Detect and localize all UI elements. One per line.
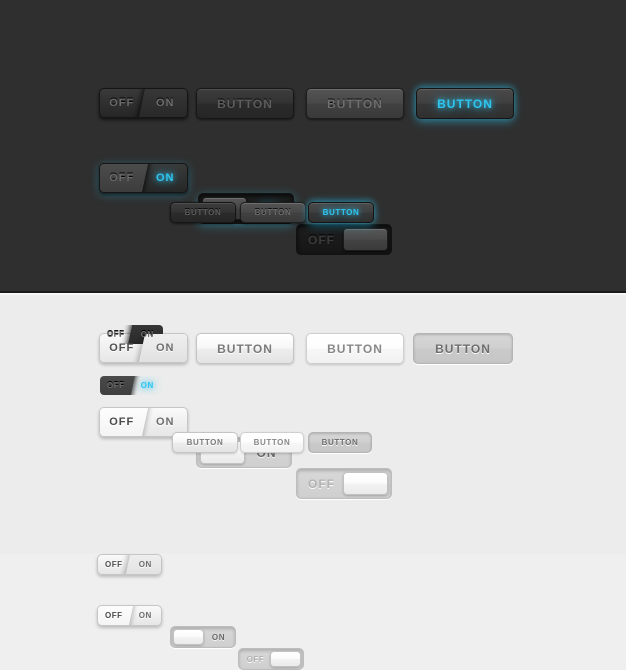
dark-small-toggle-on-glow[interactable]: OFF ON [99, 375, 164, 396]
toggle-label-on: ON [156, 342, 175, 354]
toggle-label-off: OFF [107, 381, 125, 390]
toggle-label-on: ON [138, 611, 152, 620]
dark-button-normal[interactable]: BUTTON [196, 88, 294, 119]
light-large-toggle-offon[interactable]: OFF ON [99, 333, 188, 363]
ui-kit-canvas: OFF ON BUTTON BUTTON BUTTON OFF ON ON OF… [0, 0, 626, 670]
light-button-hover[interactable]: BUTTON [306, 333, 404, 364]
toggle-label-on: ON [156, 97, 175, 109]
dark-small-button-active[interactable]: BUTTON [308, 202, 374, 223]
light-button-normal[interactable]: BUTTON [196, 333, 294, 364]
dark-small-button-normal[interactable]: BUTTON [170, 202, 236, 223]
slider-label-off: OFF [308, 232, 335, 247]
toggle-label-on: ON [156, 172, 175, 184]
toggle-label-on: ON [140, 381, 154, 390]
slider-knob [173, 629, 204, 645]
dark-theme-section: OFF ON BUTTON BUTTON BUTTON OFF ON ON OF… [0, 0, 626, 440]
light-small-slider-on[interactable]: ON [170, 626, 236, 648]
light-theme-section: OFF ON BUTTON BUTTON BUTTON OFF ON ON OF… [0, 293, 626, 670]
slider-label-off: OFF [308, 476, 335, 491]
slider-knob [343, 228, 388, 251]
light-small-toggle-off-pressed[interactable]: OFF ON [97, 605, 162, 626]
toggle-label-off: OFF [109, 342, 135, 354]
toggle-label-off: OFF [109, 97, 135, 109]
light-small-button-active[interactable]: BUTTON [308, 432, 372, 453]
dark-button-hover[interactable]: BUTTON [306, 88, 404, 119]
light-slider-off[interactable]: OFF [296, 468, 392, 499]
slider-label-off: OFF [246, 654, 265, 664]
light-small-toggle-offon[interactable]: OFF ON [97, 554, 162, 575]
dark-slider-off[interactable]: OFF [296, 224, 392, 255]
slider-knob [343, 472, 388, 495]
toggle-label-off: OFF [109, 416, 135, 428]
toggle-label-off: OFF [105, 560, 123, 569]
light-button-active[interactable]: BUTTON [413, 333, 513, 364]
light-small-button-hover[interactable]: BUTTON [240, 432, 304, 453]
dark-large-toggle-on-glow[interactable]: OFF ON [99, 163, 188, 193]
slider-knob [270, 651, 301, 667]
dark-large-toggle-offon[interactable]: OFF ON [99, 88, 188, 118]
toggle-label-off: OFF [109, 172, 135, 184]
dark-small-button-hover[interactable]: BUTTON [240, 202, 306, 223]
slider-label-on: ON [211, 632, 226, 642]
dark-button-active[interactable]: BUTTON [416, 88, 514, 119]
light-large-toggle-off-pressed[interactable]: OFF ON [99, 407, 188, 437]
toggle-label-on: ON [156, 416, 175, 428]
toggle-label-off: OFF [105, 611, 123, 620]
light-small-slider-off[interactable]: OFF [238, 648, 304, 670]
toggle-label-on: ON [138, 560, 152, 569]
